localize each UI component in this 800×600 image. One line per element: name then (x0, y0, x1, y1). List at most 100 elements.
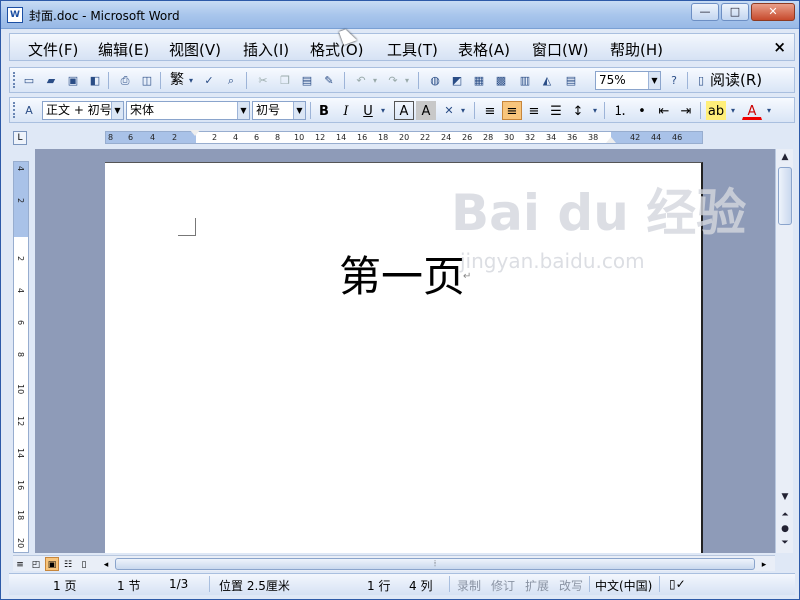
status-extend[interactable]: 扩展 (525, 577, 549, 594)
columns-icon[interactable]: ▥ (516, 72, 534, 89)
next-page-icon[interactable]: ⏷ (777, 535, 793, 551)
char-scaling-icon[interactable]: ✕ (440, 102, 458, 119)
read-mode-button[interactable]: 阅读(R) (710, 72, 772, 89)
redo-icon[interactable]: ↷ (384, 72, 402, 89)
chevron-down-icon[interactable]: ▼ (111, 102, 123, 119)
print-layout-icon[interactable]: ▣ (45, 557, 59, 571)
document-map-icon[interactable]: ▤ (562, 72, 580, 89)
research-icon[interactable]: ⌕ (222, 72, 240, 89)
close-document-icon[interactable]: × (773, 38, 786, 56)
minimize-button[interactable]: — (691, 3, 719, 21)
spelling-icon[interactable]: ✓ (200, 72, 218, 89)
paste-icon[interactable]: ▤ (298, 72, 316, 89)
chevron-down-icon[interactable]: ▾ (458, 102, 468, 119)
scroll-thumb[interactable] (778, 167, 792, 225)
vertical-ruler[interactable]: 4 2 2 4 6 8 10 12 14 16 18 20 (13, 161, 29, 553)
tab-selector[interactable]: L (13, 131, 27, 145)
web-view-icon[interactable]: ◰ (29, 557, 43, 571)
menu-view[interactable]: 视图(V) (169, 39, 221, 60)
menu-edit[interactable]: 编辑(E) (98, 39, 149, 60)
scroll-right-icon[interactable]: ▸ (757, 557, 771, 571)
align-center-icon[interactable]: ≡ (502, 101, 522, 120)
status-overtype[interactable]: 改写 (559, 577, 583, 594)
format-painter-icon[interactable]: ✎ (320, 72, 338, 89)
scroll-up-icon[interactable]: ▲ (777, 149, 793, 165)
chevron-down-icon[interactable]: ▾ (764, 102, 774, 119)
open-folder-icon[interactable]: ▰ (42, 72, 60, 89)
toolbar-grip[interactable] (13, 102, 16, 118)
traditional-chinese-icon[interactable]: 繁 (168, 72, 186, 89)
scroll-down-icon[interactable]: ▼ (777, 489, 793, 505)
close-window-button[interactable]: ✕ (751, 3, 795, 21)
char-shading-button[interactable]: A (416, 101, 436, 120)
styles-formatting-icon[interactable]: A (20, 102, 38, 119)
underline-button[interactable]: U (358, 101, 378, 120)
menu-table[interactable]: 表格(A) (458, 39, 510, 60)
font-size-select[interactable]: 初号 ▼ (252, 101, 306, 120)
italic-button[interactable]: I (336, 101, 356, 120)
style-select[interactable]: 正文 + 初号 ▼ (42, 101, 124, 120)
help-icon[interactable]: ? (665, 72, 683, 89)
menu-format[interactable]: 格式(O) (310, 39, 364, 60)
increase-indent-icon[interactable]: ⇥ (676, 101, 696, 120)
chevron-down-icon[interactable]: ▾ (370, 72, 380, 89)
status-language[interactable]: 中文(中国) (595, 577, 652, 594)
document-heading[interactable]: 第一页 (339, 243, 465, 304)
numbering-icon[interactable]: ⒈ (610, 101, 630, 120)
reading-view-icon[interactable]: ▯ (77, 557, 91, 571)
menu-help[interactable]: 帮助(H) (610, 39, 663, 60)
chevron-down-icon[interactable]: ▾ (590, 102, 600, 119)
chevron-down-icon[interactable]: ▾ (728, 102, 738, 119)
chevron-down-icon[interactable]: ▾ (378, 102, 388, 119)
document-area[interactable]: 第一页 ↵ Bai du 经验 jingyan.baidu.com (35, 149, 775, 553)
char-border-button[interactable]: A (394, 101, 414, 120)
chevron-down-icon[interactable]: ▾ (186, 72, 196, 89)
menu-insert[interactable]: 插入(I) (243, 39, 289, 60)
h-scroll-thumb[interactable]: ⦙ (115, 558, 755, 570)
chevron-down-icon[interactable]: ▼ (293, 102, 305, 119)
insert-excel-icon[interactable]: ▩ (492, 72, 510, 89)
menu-tools[interactable]: 工具(T) (387, 39, 438, 60)
normal-view-icon[interactable]: ≡ (13, 557, 27, 571)
save-icon[interactable]: ▣ (64, 72, 82, 89)
spelling-status-icon[interactable]: ▯✓ (669, 577, 686, 591)
insert-table-icon[interactable]: ▦ (470, 72, 488, 89)
scroll-left-icon[interactable]: ◂ (99, 557, 113, 571)
outline-view-icon[interactable]: ☷ (61, 557, 75, 571)
undo-icon[interactable]: ↶ (352, 72, 370, 89)
status-track-changes[interactable]: 修订 (491, 577, 515, 594)
menu-window[interactable]: 窗口(W) (532, 39, 589, 60)
chevron-down-icon[interactable]: ▾ (402, 72, 412, 89)
align-right-icon[interactable]: ≡ (524, 101, 544, 120)
title-bar[interactable]: W 封面.doc - Microsoft Word — □ ✕ (1, 1, 799, 29)
line-spacing-icon[interactable]: ↕ (568, 101, 588, 120)
chevron-down-icon[interactable]: ▼ (237, 102, 249, 119)
word-doc-icon[interactable]: W (7, 7, 23, 23)
highlight-icon[interactable]: ab (706, 101, 726, 120)
tables-borders-icon[interactable]: ◩ (448, 72, 466, 89)
align-left-icon[interactable]: ≡ (480, 101, 500, 120)
new-document-icon[interactable]: ▭ (20, 72, 38, 89)
drawing-icon[interactable]: ◭ (538, 72, 556, 89)
horizontal-ruler[interactable]: 8 6 4 2 2 4 6 8 10 12 14 16 18 20 22 24 … (35, 129, 775, 146)
copy-icon[interactable]: ❐ (276, 72, 294, 89)
document-page[interactable]: 第一页 ↵ Bai du 经验 jingyan.baidu.com (105, 162, 746, 553)
right-indent-marker[interactable] (606, 137, 616, 143)
bullets-icon[interactable]: • (632, 101, 652, 120)
restore-button[interactable]: □ (721, 3, 749, 21)
cut-icon[interactable]: ✂ (254, 72, 272, 89)
distributed-align-icon[interactable]: ☰ (546, 101, 566, 120)
read-mode-icon[interactable]: ▯ (692, 72, 710, 89)
first-line-indent-marker[interactable] (190, 130, 200, 136)
permission-icon[interactable]: ◧ (86, 72, 104, 89)
horizontal-scrollbar[interactable]: ≡ ◰ ▣ ☷ ▯ ◂ ⦙ ▸ (13, 555, 775, 571)
vertical-scrollbar[interactable]: ▲ ▼ ⏶ ● ⏷ (775, 149, 793, 553)
chevron-down-icon[interactable]: ▼ (648, 72, 660, 89)
hyperlink-icon[interactable]: ◍ (426, 72, 444, 89)
decrease-indent-icon[interactable]: ⇤ (654, 101, 674, 120)
menu-file[interactable]: 文件(F) (28, 39, 78, 60)
font-select[interactable]: 宋体 ▼ (126, 101, 250, 120)
font-color-button[interactable]: A (742, 101, 762, 120)
print-preview-icon[interactable]: ◫ (138, 72, 156, 89)
bold-button[interactable]: B (314, 101, 334, 120)
